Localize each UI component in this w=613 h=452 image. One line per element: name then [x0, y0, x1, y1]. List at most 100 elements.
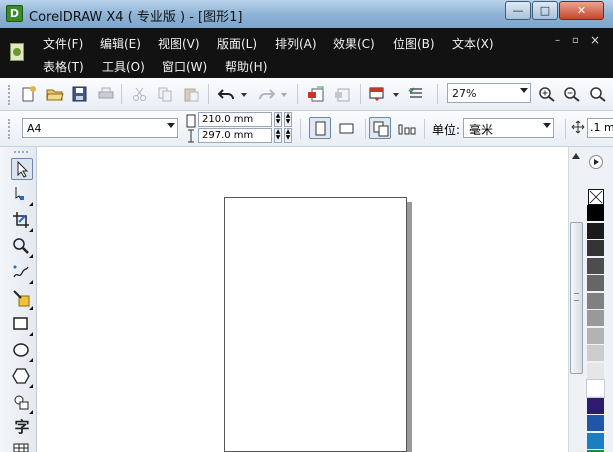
document-icon[interactable]	[10, 43, 24, 61]
new-document-icon[interactable]	[20, 86, 38, 102]
toolbar-separator	[300, 119, 301, 139]
undo-icon[interactable]	[218, 86, 236, 102]
import-icon[interactable]	[307, 86, 325, 102]
toolbar-grip[interactable]	[8, 85, 12, 105]
color-swatch[interactable]	[587, 327, 604, 345]
page-height-field[interactable]: 297.0 mm	[198, 128, 272, 143]
nudge-distance-field[interactable]: .1 m	[587, 118, 613, 138]
maximize-button[interactable]: □	[532, 1, 558, 20]
minimize-button[interactable]: —	[505, 1, 531, 20]
basic-shapes-tool[interactable]	[11, 392, 33, 414]
menu-bitmaps[interactable]: 位图(B)	[393, 35, 435, 52]
menu-layout[interactable]: 版面(L)	[217, 35, 257, 52]
pick-tool[interactable]	[11, 158, 33, 180]
shape-tool[interactable]	[11, 184, 33, 206]
coreldraw-app-icon[interactable]: D	[6, 5, 23, 22]
table-tool[interactable]	[11, 441, 33, 452]
export-icon[interactable]	[333, 86, 351, 102]
drawing-page[interactable]	[224, 197, 407, 452]
welcome-screen-icon[interactable]	[407, 86, 425, 102]
color-swatch[interactable]	[587, 345, 604, 362]
smart-fill-tool[interactable]	[11, 288, 33, 310]
pointer-arrow-icon	[17, 160, 29, 178]
rectangle-icon	[13, 317, 28, 330]
page-size-combo[interactable]: A4	[22, 118, 178, 138]
width-spin-lock-button[interactable]: ▲ ▼	[284, 112, 292, 127]
doc-close-button[interactable]: ×	[590, 33, 600, 47]
zoom-tool[interactable]	[11, 236, 33, 258]
menu-table[interactable]: 表格(T)	[43, 58, 84, 75]
redo-icon[interactable]	[257, 86, 275, 102]
menu-tools[interactable]: 工具(O)	[102, 58, 145, 75]
color-swatch[interactable]	[587, 257, 604, 275]
menu-edit[interactable]: 编辑(E)	[100, 35, 141, 52]
no-color-swatch[interactable]	[588, 189, 604, 205]
toolbar-separator	[208, 84, 209, 104]
color-swatch[interactable]	[587, 222, 604, 240]
paste-icon[interactable]	[182, 86, 200, 102]
scrollbar-thumb[interactable]	[570, 222, 583, 374]
height-spin-up-button[interactable]: ▲ ▼	[274, 128, 282, 143]
color-swatch[interactable]	[587, 432, 604, 450]
open-icon[interactable]	[46, 86, 64, 102]
zoom-level-combo[interactable]: 27%	[447, 83, 531, 103]
menu-file[interactable]: 文件(F)	[43, 35, 83, 52]
toolbox-grip[interactable]	[14, 151, 28, 153]
color-swatch[interactable]	[587, 397, 604, 415]
table-icon	[13, 443, 29, 452]
units-label: 单位:	[432, 123, 461, 137]
scroll-up-icon[interactable]	[572, 153, 580, 159]
color-swatch[interactable]	[586, 379, 605, 398]
menu-arrange[interactable]: 排列(A)	[275, 35, 317, 52]
color-swatch[interactable]	[587, 205, 604, 222]
page-width-field[interactable]: 210.0 mm	[198, 112, 272, 127]
menu-help[interactable]: 帮助(H)	[225, 58, 267, 75]
current-page-button[interactable]	[395, 117, 417, 139]
close-button[interactable]: ✕	[559, 1, 604, 20]
text-tool[interactable]: 字	[11, 416, 33, 438]
chevron-down-icon[interactable]	[167, 123, 175, 128]
width-spin-up-button[interactable]: ▲ ▼	[274, 112, 282, 127]
cut-icon[interactable]	[131, 86, 149, 102]
all-pages-button[interactable]	[369, 117, 391, 139]
freehand-tool[interactable]	[11, 262, 33, 284]
height-spin-lock-button[interactable]: ▲ ▼	[284, 128, 292, 143]
rectangle-tool[interactable]	[11, 314, 33, 336]
launcher-dropdown-arrow-icon[interactable]	[392, 86, 400, 102]
color-swatch[interactable]	[587, 292, 604, 310]
portrait-button[interactable]	[309, 117, 331, 139]
zoom-to-page-icon[interactable]	[589, 86, 607, 102]
palette-scroll-up-icon[interactable]	[589, 155, 603, 169]
units-combo[interactable]: 毫米	[463, 118, 554, 138]
ellipse-tool[interactable]	[11, 340, 33, 362]
landscape-button[interactable]	[335, 117, 357, 139]
copy-icon[interactable]	[156, 86, 174, 102]
save-icon[interactable]	[71, 86, 89, 102]
drawing-canvas[interactable]	[37, 147, 568, 452]
property-bar-grip[interactable]	[8, 119, 12, 139]
crop-tool[interactable]	[11, 210, 33, 232]
menu-window[interactable]: 窗口(W)	[162, 58, 207, 75]
vertical-scrollbar[interactable]	[568, 147, 584, 452]
print-icon[interactable]	[97, 86, 115, 102]
redo-dropdown-arrow-icon[interactable]	[280, 86, 288, 102]
menu-view[interactable]: 视图(V)	[158, 35, 200, 52]
landscape-page-icon	[339, 123, 354, 134]
page-size-value: A4	[27, 122, 42, 135]
application-launcher-icon[interactable]	[368, 86, 386, 102]
menu-text[interactable]: 文本(X)	[452, 35, 494, 52]
menu-effects[interactable]: 效果(C)	[333, 35, 375, 52]
chevron-down-icon[interactable]	[520, 88, 528, 93]
color-swatch[interactable]	[587, 362, 604, 380]
color-swatch[interactable]	[587, 240, 604, 257]
doc-restore-button[interactable]: ▫	[572, 35, 579, 46]
chevron-down-icon[interactable]	[543, 123, 551, 128]
color-swatch[interactable]	[587, 275, 604, 292]
polygon-tool[interactable]	[11, 366, 33, 388]
color-swatch[interactable]	[587, 415, 604, 432]
undo-dropdown-arrow-icon[interactable]	[240, 86, 248, 102]
zoom-in-icon[interactable]	[538, 86, 556, 102]
zoom-out-icon[interactable]	[563, 86, 581, 102]
color-swatch[interactable]	[587, 310, 604, 327]
doc-minimize-button[interactable]: –	[555, 35, 560, 46]
